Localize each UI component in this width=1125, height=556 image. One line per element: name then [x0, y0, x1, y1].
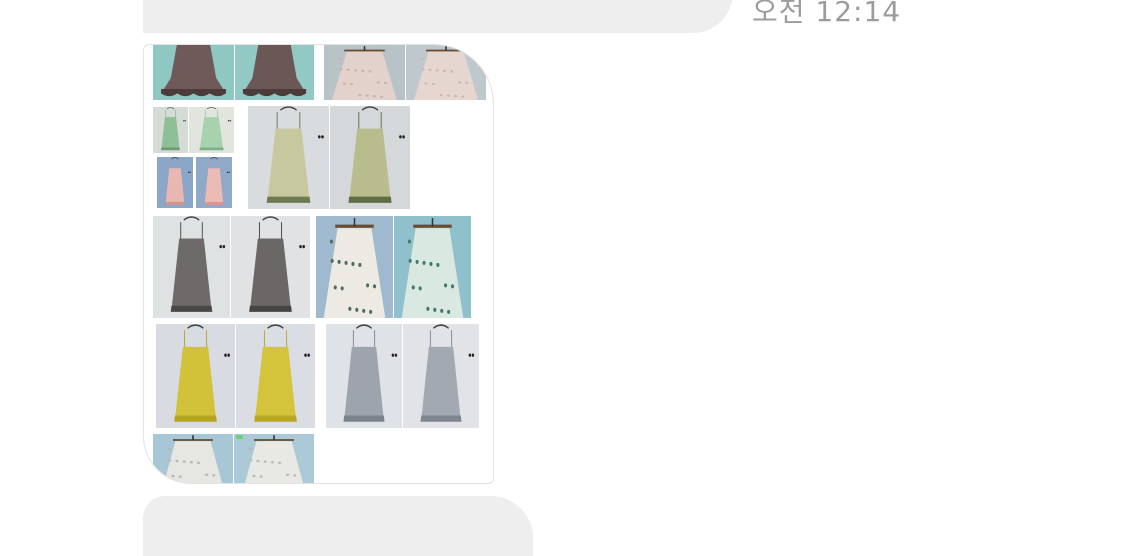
skirt-garment-icon: [332, 46, 397, 100]
dress-garment-icon: [161, 45, 226, 97]
photo-dress-brown-back[interactable]: [234, 45, 314, 100]
cami-garment-icon: [266, 106, 324, 203]
cami-garment-icon: [199, 107, 232, 151]
photo-skirt-print-back[interactable]: [393, 216, 471, 318]
photo-skirt-beige-back[interactable]: [405, 45, 486, 100]
message-bubble-next[interactable]: [143, 496, 533, 556]
photo-top-mint-back[interactable]: [188, 107, 234, 153]
photo-dress-brown-front[interactable]: [152, 45, 234, 100]
cami-garment-icon: [348, 106, 405, 203]
photo-top-pink-back[interactable]: [195, 157, 232, 208]
photo-cami-yellow-back[interactable]: [235, 324, 315, 428]
photo-skirt-beige-front[interactable]: [323, 45, 405, 100]
skirt-garment-icon: [414, 46, 478, 100]
photo-skirt-white-back[interactable]: [233, 434, 314, 483]
photo-skirt-print-front[interactable]: [315, 216, 393, 318]
cami-garment-icon: [249, 216, 305, 312]
message-bubble-previous[interactable]: [143, 0, 733, 33]
cami-garment-icon: [254, 324, 310, 422]
photo-top-pink-front[interactable]: [156, 157, 193, 208]
skirt-garment-icon: [245, 435, 303, 483]
message-timestamp: 오전 12:14: [752, 0, 902, 28]
photo-cami-floral-back[interactable]: [329, 106, 410, 209]
image-message[interactable]: [143, 44, 494, 484]
photo-cami-floral-front[interactable]: [247, 106, 329, 209]
cami-garment-icon: [420, 324, 475, 422]
photo-cami-yellow-front[interactable]: [155, 324, 235, 428]
skirt-garment-icon: [401, 218, 464, 318]
photo-cami-gray-front[interactable]: [152, 216, 230, 318]
label-tag-icon: [236, 435, 243, 439]
cami-garment-icon: [204, 157, 230, 205]
photo-cami-bluegray-front[interactable]: [325, 324, 402, 428]
skirt-garment-icon: [164, 435, 222, 483]
cami-garment-icon: [161, 107, 186, 151]
skirt-garment-icon: [323, 218, 386, 318]
dress-garment-icon: [242, 45, 307, 97]
photo-top-mint-front[interactable]: [152, 107, 188, 153]
photo-cami-gray-back[interactable]: [230, 216, 310, 318]
cami-garment-icon: [165, 157, 191, 205]
photo-cami-bluegray-back[interactable]: [402, 324, 479, 428]
cami-garment-icon: [174, 324, 230, 422]
cami-garment-icon: [343, 324, 398, 422]
cami-garment-icon: [170, 216, 226, 312]
photo-skirt-white-front[interactable]: [152, 434, 233, 483]
